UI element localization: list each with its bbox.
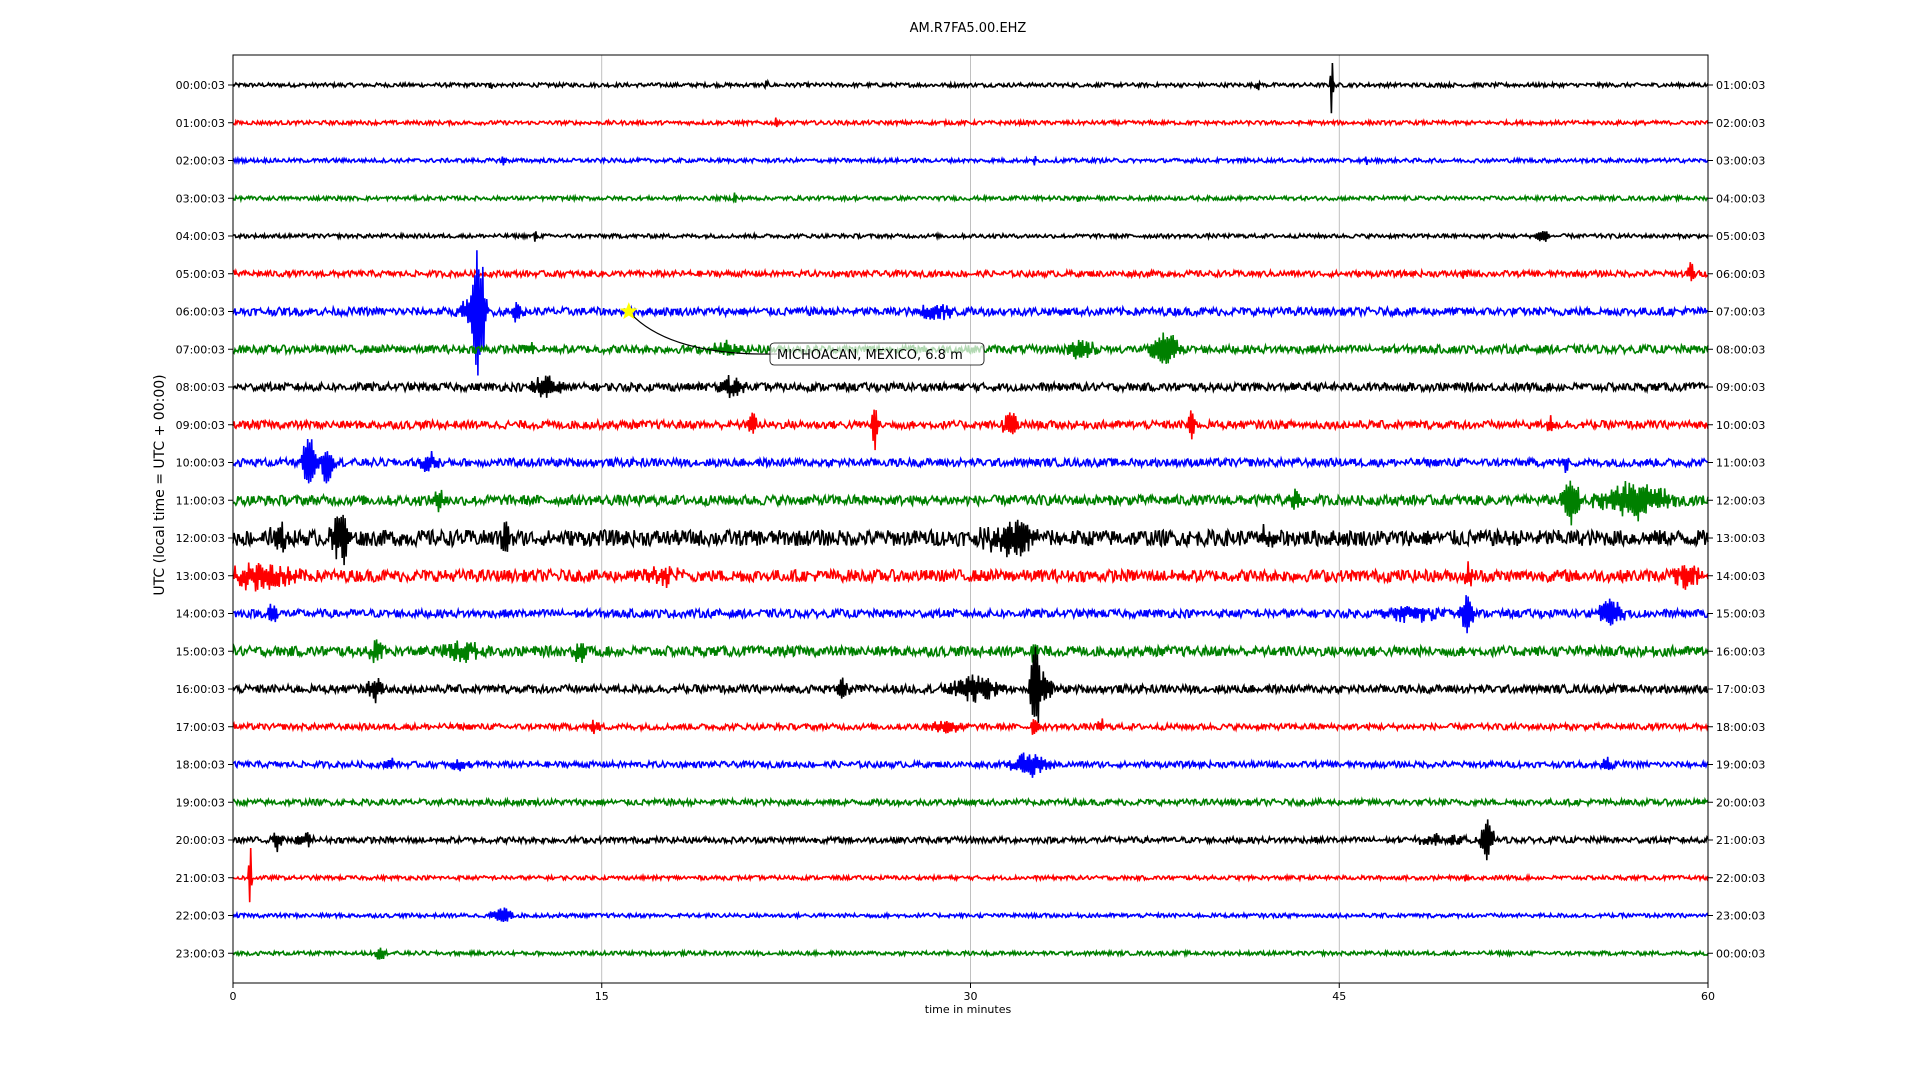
y-tick-label-right: 12:00:03	[1716, 494, 1765, 507]
y-tick-label-left: 23:00:03	[176, 947, 225, 960]
x-tick-label: 60	[1701, 990, 1715, 1003]
y-tick-label-left: 17:00:03	[176, 721, 225, 734]
x-tick-label: 30	[964, 990, 978, 1003]
y-tick-label-right: 02:00:03	[1716, 117, 1765, 130]
y-tick-label-left: 04:00:03	[176, 230, 225, 243]
y-tick-label-right: 05:00:03	[1716, 230, 1765, 243]
annotation-text: MICHOACAN, MEXICO, 6.8 m	[777, 348, 963, 363]
y-tick-label-right: 03:00:03	[1716, 155, 1765, 168]
y-tick-label-right: 09:00:03	[1716, 381, 1765, 394]
y-tick-label-right: 17:00:03	[1716, 683, 1765, 696]
y-tick-label-left: 11:00:03	[176, 494, 225, 507]
y-tick-label-left: 18:00:03	[176, 759, 225, 772]
y-tick-label-right: 23:00:03	[1716, 910, 1765, 923]
y-tick-label-right: 04:00:03	[1716, 192, 1765, 205]
y-tick-label-left: 01:00:03	[176, 117, 225, 130]
y-tick-label-left: 08:00:03	[176, 381, 225, 394]
y-tick-label-left: 19:00:03	[176, 796, 225, 809]
y-tick-label-right: 16:00:03	[1716, 645, 1765, 658]
y-tick-label-left: 14:00:03	[176, 608, 225, 621]
y-tick-label-left: 03:00:03	[176, 192, 225, 205]
y-tick-label-right: 19:00:03	[1716, 759, 1765, 772]
y-tick-label-left: 12:00:03	[176, 532, 225, 545]
x-tick-label: 45	[1332, 990, 1346, 1003]
y-tick-label-left: 22:00:03	[176, 910, 225, 923]
y-tick-label-right: 08:00:03	[1716, 343, 1765, 356]
y-tick-label-left: 16:00:03	[176, 683, 225, 696]
plot-area: MICHOACAN, MEXICO, 6.8 m 0 15 30 45 60 00:00:0…	[176, 54, 1765, 1003]
chart-title: AM.R7FA5.00.EHZ	[910, 21, 1027, 36]
y-tick-label-right: 18:00:03	[1716, 721, 1765, 734]
y-tick-label-right: 07:00:03	[1716, 306, 1765, 319]
y-tick-label-right: 21:00:03	[1716, 834, 1765, 847]
y-tick-label-right: 06:00:03	[1716, 268, 1765, 281]
y-tick-label-right: 11:00:03	[1716, 457, 1765, 470]
y-tick-label-left: 13:00:03	[176, 570, 225, 583]
y-tick-label-left: 21:00:03	[176, 872, 225, 885]
y-tick-label-right: 22:00:03	[1716, 872, 1765, 885]
y-tick-label-left: 02:00:03	[176, 155, 225, 168]
y-tick-label-left: 09:00:03	[176, 419, 225, 432]
helicorder-chart: AM.R7FA5.00.EHZ UTC (local time = UTC + …	[152, 21, 1765, 1016]
y-tick-label-left: 20:00:03	[176, 834, 225, 847]
y-tick-label-right: 01:00:03	[1716, 79, 1765, 92]
y-tick-label-right: 10:00:03	[1716, 419, 1765, 432]
y-axis-label: UTC (local time = UTC + 00:00)	[152, 374, 168, 595]
x-tick-label: 0	[230, 990, 237, 1003]
y-tick-label-right: 14:00:03	[1716, 570, 1765, 583]
y-tick-label-right: 00:00:03	[1716, 947, 1765, 960]
y-tick-label-left: 00:00:03	[176, 79, 225, 92]
y-tick-label-right: 15:00:03	[1716, 608, 1765, 621]
y-tick-label-left: 06:00:03	[176, 306, 225, 319]
x-axis-label: time in minutes	[925, 1003, 1012, 1016]
annotation-leader	[628, 311, 778, 355]
y-tick-label-left: 15:00:03	[176, 645, 225, 658]
y-tick-label-right: 20:00:03	[1716, 796, 1765, 809]
x-tick-label: 15	[595, 990, 609, 1003]
y-tick-label-left: 07:00:03	[176, 343, 225, 356]
y-tick-label-right: 13:00:03	[1716, 532, 1765, 545]
y-tick-label-left: 05:00:03	[176, 268, 225, 281]
y-tick-label-left: 10:00:03	[176, 457, 225, 470]
